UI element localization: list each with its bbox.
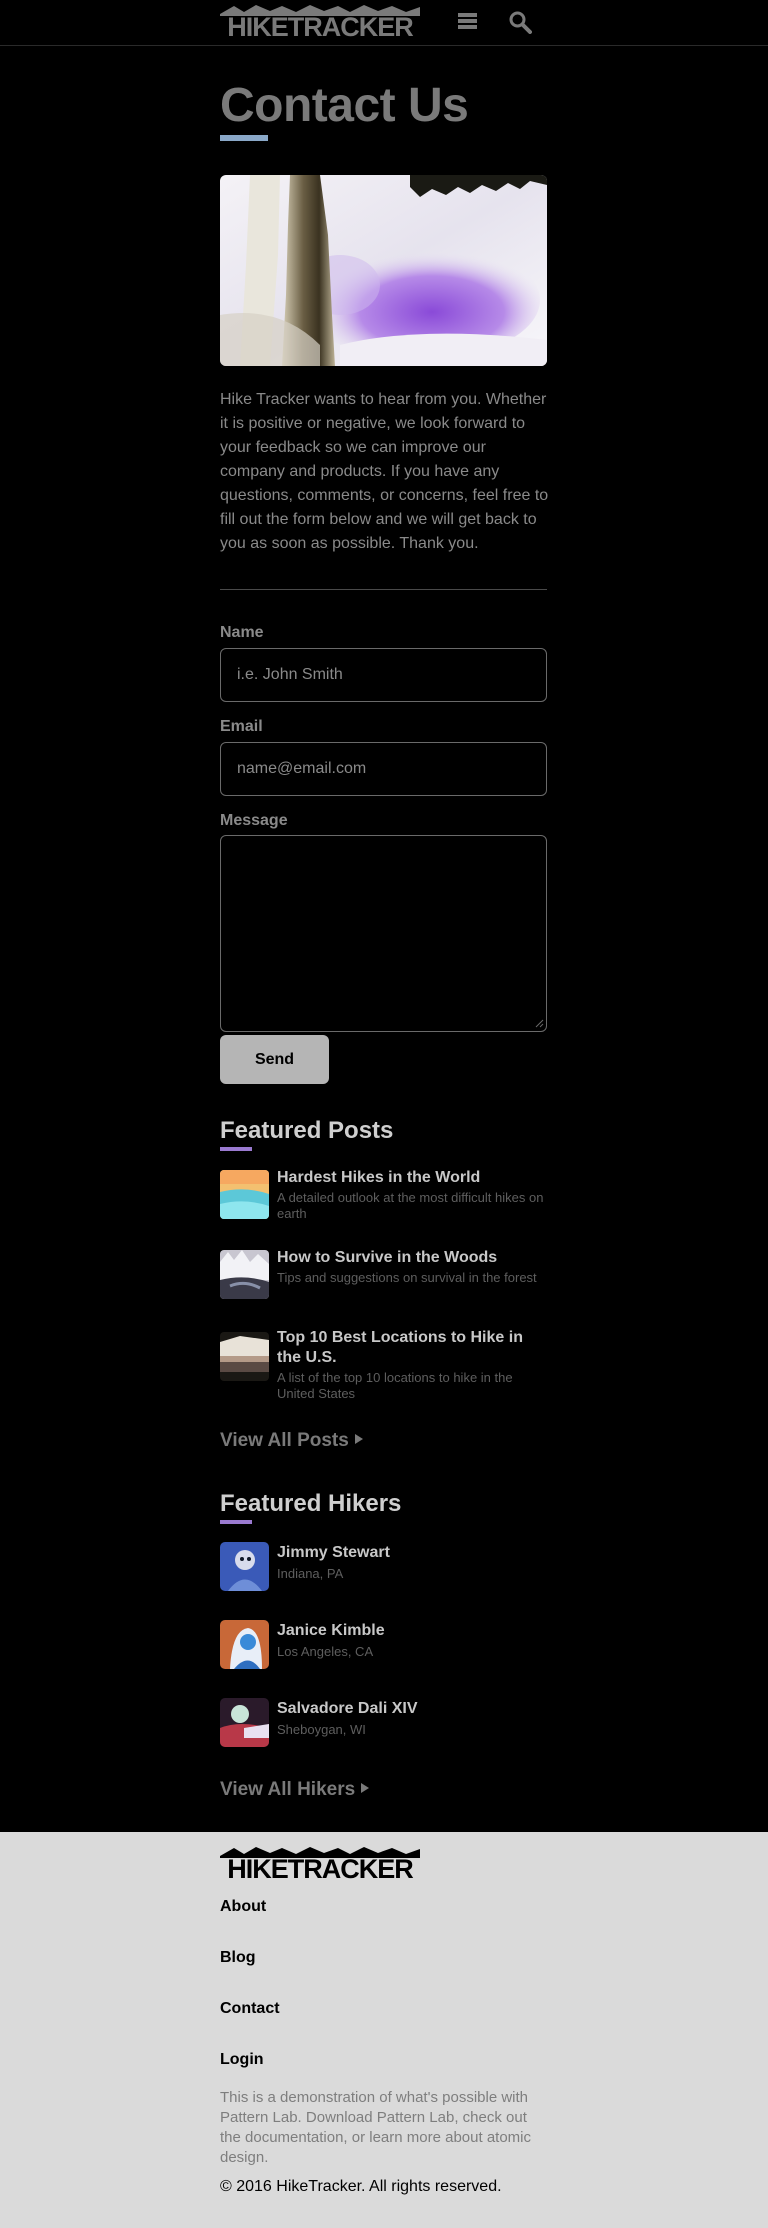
featured-hikers-underline — [220, 1520, 252, 1524]
resize-grip-icon[interactable] — [535, 1019, 544, 1028]
name-label: Name — [220, 624, 264, 641]
email-label: Email — [220, 718, 263, 735]
hiker-name[interactable]: Jimmy Stewart — [277, 1544, 390, 1562]
site-header: HIKETRACKER — [0, 0, 768, 46]
message-textarea[interactable] — [220, 835, 547, 1032]
copyright: © 2016 HikeTracker. All rights reserved. — [220, 2178, 502, 2195]
featured-hikers-title: Featured Hikers — [220, 1490, 402, 1517]
svg-text:HIKETRACKER: HIKETRACKER — [227, 1854, 413, 1880]
hiker-item[interactable]: Janice Kimble Los Angeles, CA — [220, 1620, 550, 1670]
post-description: Tips and suggestions on survival in the … — [277, 1270, 537, 1285]
send-button[interactable]: Send — [220, 1035, 329, 1084]
footer-link-contact[interactable]: Contact — [220, 2000, 280, 2018]
hiker-avatar — [220, 1620, 269, 1669]
arrow-right-icon — [354, 1434, 363, 1444]
intro-paragraph: Hike Tracker wants to hear from you. Whe… — [220, 391, 549, 552]
post-thumbnail — [220, 1332, 269, 1381]
hamburger-menu-icon[interactable] — [458, 12, 477, 30]
divider — [220, 589, 547, 590]
svg-text:HIKETRACKER: HIKETRACKER — [227, 12, 413, 38]
footer-link-blog[interactable]: Blog — [220, 1949, 256, 1967]
page-title: Contact Us — [220, 79, 469, 132]
email-input[interactable] — [220, 742, 547, 796]
footer-hiketracker-logo[interactable]: HIKETRACKER — [220, 1846, 420, 1880]
hiker-avatar — [220, 1542, 269, 1591]
post-thumbnail — [220, 1170, 269, 1219]
featured-posts-underline — [220, 1147, 252, 1151]
message-label: Message — [220, 812, 288, 829]
hiker-item[interactable]: Jimmy Stewart Indiana, PA — [220, 1542, 550, 1592]
hiker-location: Indiana, PA — [277, 1566, 344, 1581]
hero-image — [220, 175, 547, 366]
hiker-name[interactable]: Janice Kimble — [277, 1622, 385, 1640]
footer-blurb: This is a demonstration of what's possib… — [220, 2089, 532, 2166]
post-title[interactable]: Hardest Hikes in the World — [277, 1168, 550, 1188]
footer-link-login[interactable]: Login — [220, 2051, 264, 2069]
post-description: A list of the top 10 locations to hike i… — [277, 1370, 513, 1401]
view-all-hikers-label: View All Hikers — [220, 1779, 356, 1800]
hiker-avatar — [220, 1698, 269, 1747]
hiker-name[interactable]: Salvadore Dali XIV — [277, 1700, 418, 1718]
view-all-posts-link[interactable]: View All Posts — [220, 1430, 363, 1452]
post-title[interactable]: Top 10 Best Locations to Hike in the U.S… — [277, 1328, 550, 1368]
hiker-location: Sheboygan, WI — [277, 1722, 366, 1737]
footer-link-about[interactable]: About — [220, 1898, 266, 1916]
post-thumbnail — [220, 1250, 269, 1299]
arrow-right-icon — [361, 1783, 370, 1793]
hiker-location: Los Angeles, CA — [277, 1644, 374, 1659]
view-all-hikers-link[interactable]: View All Hikers — [220, 1779, 370, 1801]
title-underline — [220, 135, 268, 141]
post-title[interactable]: How to Survive in the Woods — [277, 1248, 550, 1268]
search-icon[interactable] — [508, 10, 532, 34]
post-description: A detailed outlook at the most difficult… — [277, 1190, 544, 1221]
hiketracker-logo[interactable]: HIKETRACKER — [220, 4, 420, 38]
featured-posts-title: Featured Posts — [220, 1117, 394, 1144]
page: HIKETRACKER Contact Us Hike Tracker want… — [0, 0, 768, 2228]
hiker-item[interactable]: Salvadore Dali XIV Sheboygan, WI — [220, 1698, 550, 1748]
name-input[interactable] — [220, 648, 547, 702]
site-footer: HIKETRACKER About Blog Contact Login Thi… — [0, 1832, 768, 2228]
view-all-posts-label: View All Posts — [220, 1430, 349, 1451]
